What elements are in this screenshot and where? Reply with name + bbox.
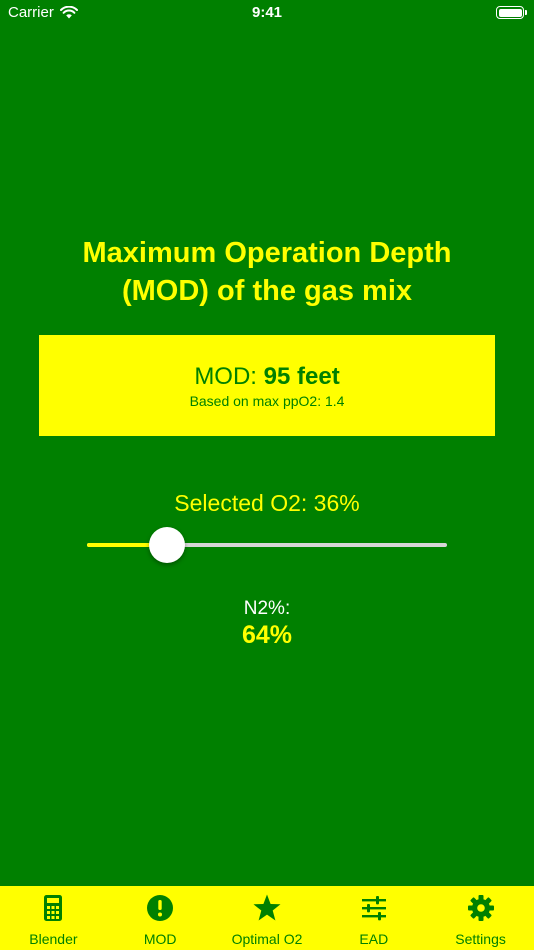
selected-o2-label: Selected O2: 36% [174, 490, 360, 516]
mod-result-subtitle: Based on max ppO2: 1.4 [189, 393, 345, 409]
page-title-line2: (MOD) of the gas mix [121, 275, 412, 307]
tab-optimal-o2[interactable]: Optimal O2 [214, 886, 321, 950]
tab-settings[interactable]: Settings [427, 886, 534, 950]
tab-blender[interactable]: Blender [0, 886, 107, 950]
tab-blender-label: Blender [29, 931, 78, 947]
tab-ead-label: EAD [359, 931, 389, 947]
mod-result-value: 95 feet [263, 363, 340, 390]
clock: 9:41 [251, 4, 283, 21]
n2-value: 64% [241, 621, 293, 649]
page-title-line1: Maximum Operation Depth [82, 237, 452, 269]
tab-ead[interactable]: EAD [320, 886, 427, 950]
page-title: Maximum Operation Depth (MOD) of the gas… [0, 234, 534, 310]
exclamation-circle-icon [147, 895, 174, 921]
tab-mod-label: MOD [143, 931, 177, 947]
star-icon [253, 894, 281, 921]
tab-settings-label: Settings [455, 931, 506, 947]
mod-result-card: MOD: 95 feet Based on max ppO2: 1.4 [39, 335, 495, 436]
n2-label: N2%: [243, 598, 291, 619]
mod-result-prefix: MOD: [194, 363, 264, 390]
gear-icon [467, 895, 494, 921]
battery-icon [496, 6, 527, 19]
status-bar: Carrier 9:41 [0, 0, 534, 26]
calculator-icon [44, 895, 63, 921]
tab-bar: Blender MOD Optimal O2 EAD Settings [0, 886, 534, 950]
tab-optimal-o2-label: Optimal O2 [231, 931, 303, 947]
mod-result: MOD: 95 feet [39, 363, 495, 391]
o2-slider[interactable] [87, 527, 447, 563]
slider-thumb[interactable] [148, 527, 185, 563]
tab-mod[interactable]: MOD [107, 886, 214, 950]
sliders-icon [361, 896, 386, 921]
